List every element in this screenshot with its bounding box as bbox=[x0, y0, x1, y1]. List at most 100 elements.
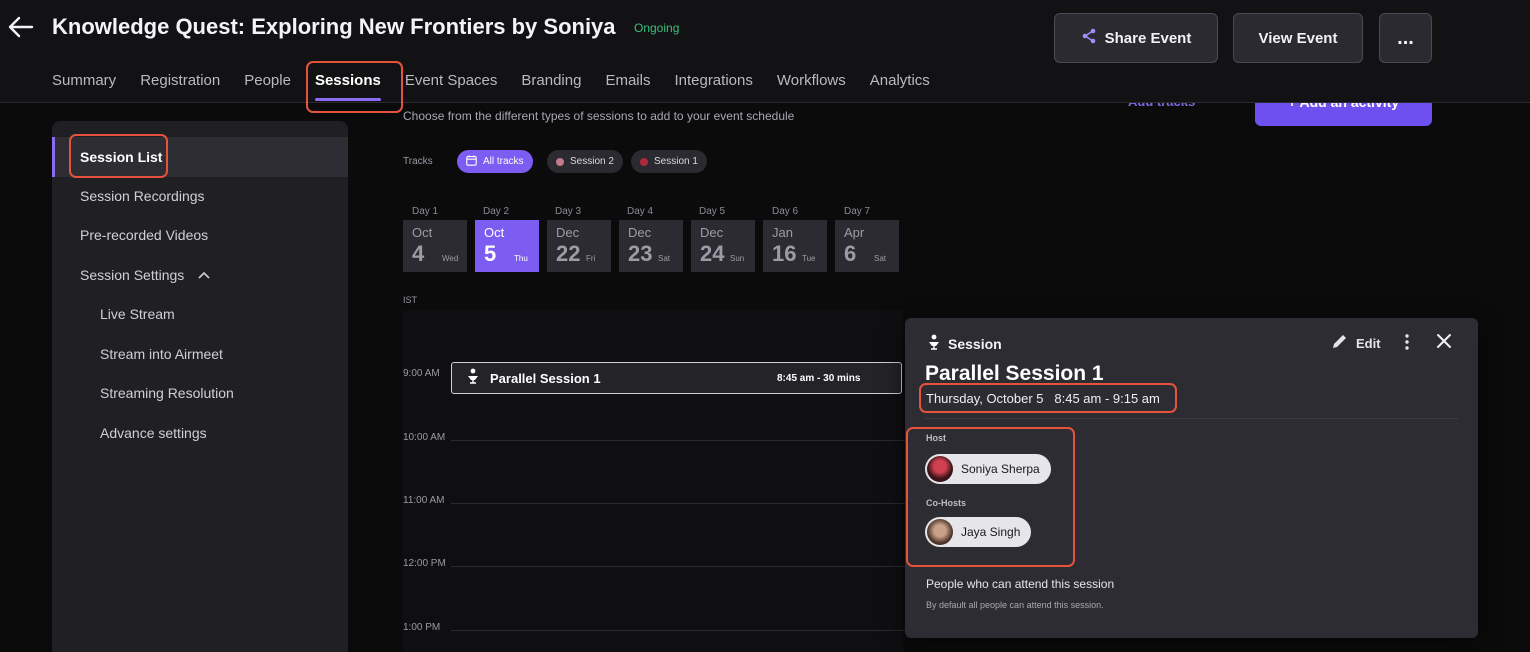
back-arrow-icon[interactable] bbox=[6, 12, 36, 42]
share-icon bbox=[1081, 28, 1097, 48]
day-label: Day 4 bbox=[627, 206, 654, 217]
tracks-label: Tracks bbox=[403, 156, 433, 167]
day-label: Day 1 bbox=[412, 206, 439, 217]
day-weekday: Sun bbox=[730, 254, 745, 263]
track-chip-session-1[interactable]: Session 1 bbox=[631, 150, 707, 173]
avatar bbox=[927, 519, 953, 545]
day-label: Day 3 bbox=[555, 206, 582, 217]
session-block-time: 8:45 am - 30 mins bbox=[777, 372, 861, 384]
tab-analytics[interactable]: Analytics bbox=[858, 72, 942, 94]
share-event-label: Share Event bbox=[1104, 29, 1192, 47]
sidebar-item-advance-settings[interactable]: Advance settings bbox=[52, 413, 348, 453]
popup-session-datetime: Thursday, October 5 8:45 am - 9:15 am bbox=[926, 391, 1160, 406]
hour-label: 9:00 AM bbox=[403, 368, 440, 379]
session-type-icon bbox=[927, 334, 941, 353]
tab-event-spaces[interactable]: Event Spaces bbox=[393, 72, 510, 94]
avatar bbox=[927, 456, 953, 482]
day-number: 23 bbox=[628, 241, 653, 266]
host-name: Soniya Sherpa bbox=[961, 462, 1040, 476]
day-number: 6 bbox=[844, 241, 857, 266]
day-number: 5 bbox=[484, 241, 497, 266]
day-card[interactable]: Dec 24 Sun bbox=[691, 220, 755, 272]
hour-label: 10:00 AM bbox=[403, 432, 446, 443]
day-weekday: Tue bbox=[802, 254, 816, 263]
host-chip[interactable]: Soniya Sherpa bbox=[925, 454, 1051, 484]
track-chip-session-2[interactable]: Session 2 bbox=[547, 150, 623, 173]
session-detail-popup: Session Edit Parallel Session 1 Thursday… bbox=[905, 318, 1478, 638]
event-header: Knowledge Quest: Exploring New Frontiers… bbox=[0, 0, 1530, 103]
session-block[interactable]: Parallel Session 1 8:45 am - 30 mins bbox=[451, 362, 902, 394]
sidebar-item-session-recordings[interactable]: Session Recordings bbox=[52, 176, 348, 216]
day-weekday: Sat bbox=[658, 254, 671, 263]
kebab-menu-icon[interactable] bbox=[1403, 333, 1411, 356]
sidebar-item-streaming-resolution[interactable]: Streaming Resolution bbox=[52, 373, 348, 413]
sidebar-item-live-stream[interactable]: Live Stream bbox=[52, 294, 348, 334]
hour-gridline bbox=[451, 503, 911, 504]
hour-gridline bbox=[451, 630, 911, 631]
track-chip-all[interactable]: All tracks bbox=[457, 150, 533, 173]
tab-registration[interactable]: Registration bbox=[128, 72, 232, 94]
tab-branding[interactable]: Branding bbox=[509, 72, 593, 94]
cohost-label: Co-Hosts bbox=[926, 498, 966, 508]
event-title: Knowledge Quest: Exploring New Frontiers… bbox=[52, 14, 616, 39]
host-label: Host bbox=[926, 433, 946, 443]
day-month: Oct bbox=[412, 225, 433, 240]
day-number: 22 bbox=[556, 241, 581, 266]
track-chip-label: All tracks bbox=[483, 156, 524, 167]
attendance-default-text: By default all people can attend this se… bbox=[926, 600, 1104, 610]
day-month: Apr bbox=[844, 225, 865, 240]
hour-label: 1:00 PM bbox=[403, 622, 441, 633]
day-weekday: Thu bbox=[514, 254, 528, 263]
sidebar-item-stream-into-airmeet[interactable]: Stream into Airmeet bbox=[52, 334, 348, 374]
day-card-selected[interactable]: Oct 5 Thu bbox=[475, 220, 539, 272]
sessions-subtitle: Choose from the different types of sessi… bbox=[403, 109, 795, 123]
edit-label: Edit bbox=[1356, 335, 1381, 351]
hour-gridline bbox=[451, 440, 911, 441]
popup-divider bbox=[925, 418, 1458, 419]
day-card[interactable]: Dec 23 Sat bbox=[619, 220, 683, 272]
day-card[interactable]: Jan 16 Tue bbox=[763, 220, 827, 272]
day-label: Day 2 bbox=[483, 206, 510, 217]
calendar-icon bbox=[466, 154, 477, 169]
day-label: Day 7 bbox=[844, 206, 871, 217]
sidebar-item-session-settings[interactable]: Session Settings bbox=[52, 255, 348, 295]
day-number: 4 bbox=[412, 241, 425, 266]
track-color-dot bbox=[556, 157, 564, 166]
tab-workflows[interactable]: Workflows bbox=[765, 72, 858, 94]
day-card[interactable]: Apr 6 Sat bbox=[835, 220, 899, 272]
track-color-dot bbox=[640, 157, 648, 166]
day-month: Oct bbox=[484, 225, 505, 240]
tab-integrations[interactable]: Integrations bbox=[662, 72, 764, 94]
popup-type: Session bbox=[927, 334, 1002, 353]
share-event-button[interactable]: Share Event bbox=[1054, 13, 1218, 63]
day-weekday: Sat bbox=[874, 254, 887, 263]
chevron-up-icon bbox=[198, 271, 210, 279]
day-number: 24 bbox=[700, 241, 725, 266]
tab-emails[interactable]: Emails bbox=[593, 72, 662, 94]
session-block-name: Parallel Session 1 bbox=[490, 370, 601, 386]
sidebar-item-pre-recorded-videos[interactable]: Pre-recorded Videos bbox=[52, 215, 348, 255]
tab-summary[interactable]: Summary bbox=[52, 72, 128, 94]
day-month: Jan bbox=[772, 225, 793, 240]
day-month: Dec bbox=[700, 225, 724, 240]
session-type-icon bbox=[466, 368, 480, 389]
close-icon[interactable] bbox=[1436, 333, 1452, 354]
hour-label: 11:00 AM bbox=[403, 495, 445, 506]
sessions-sidebar: Session List Session Recordings Pre-reco… bbox=[52, 121, 348, 652]
cohost-chip[interactable]: Jaya Singh bbox=[925, 517, 1032, 547]
more-options-button[interactable]: ... bbox=[1379, 13, 1432, 63]
day-label: Day 5 bbox=[699, 206, 726, 217]
view-event-button[interactable]: View Event bbox=[1233, 13, 1363, 63]
day-month: Dec bbox=[556, 225, 580, 240]
tab-sessions[interactable]: Sessions bbox=[303, 72, 393, 101]
day-card[interactable]: Dec 22 Fri bbox=[547, 220, 611, 272]
hour-label: 12:00 PM bbox=[403, 558, 446, 569]
cohost-name: Jaya Singh bbox=[961, 525, 1021, 539]
sidebar-item-session-list[interactable]: Session List bbox=[52, 137, 348, 177]
popup-type-label: Session bbox=[948, 335, 1002, 352]
edit-session-button[interactable]: Edit bbox=[1331, 333, 1381, 353]
tab-people[interactable]: People bbox=[232, 72, 303, 94]
day-weekday: Fri bbox=[586, 254, 596, 263]
day-month: Dec bbox=[628, 225, 652, 240]
day-card[interactable]: Oct 4 Wed bbox=[403, 220, 467, 272]
